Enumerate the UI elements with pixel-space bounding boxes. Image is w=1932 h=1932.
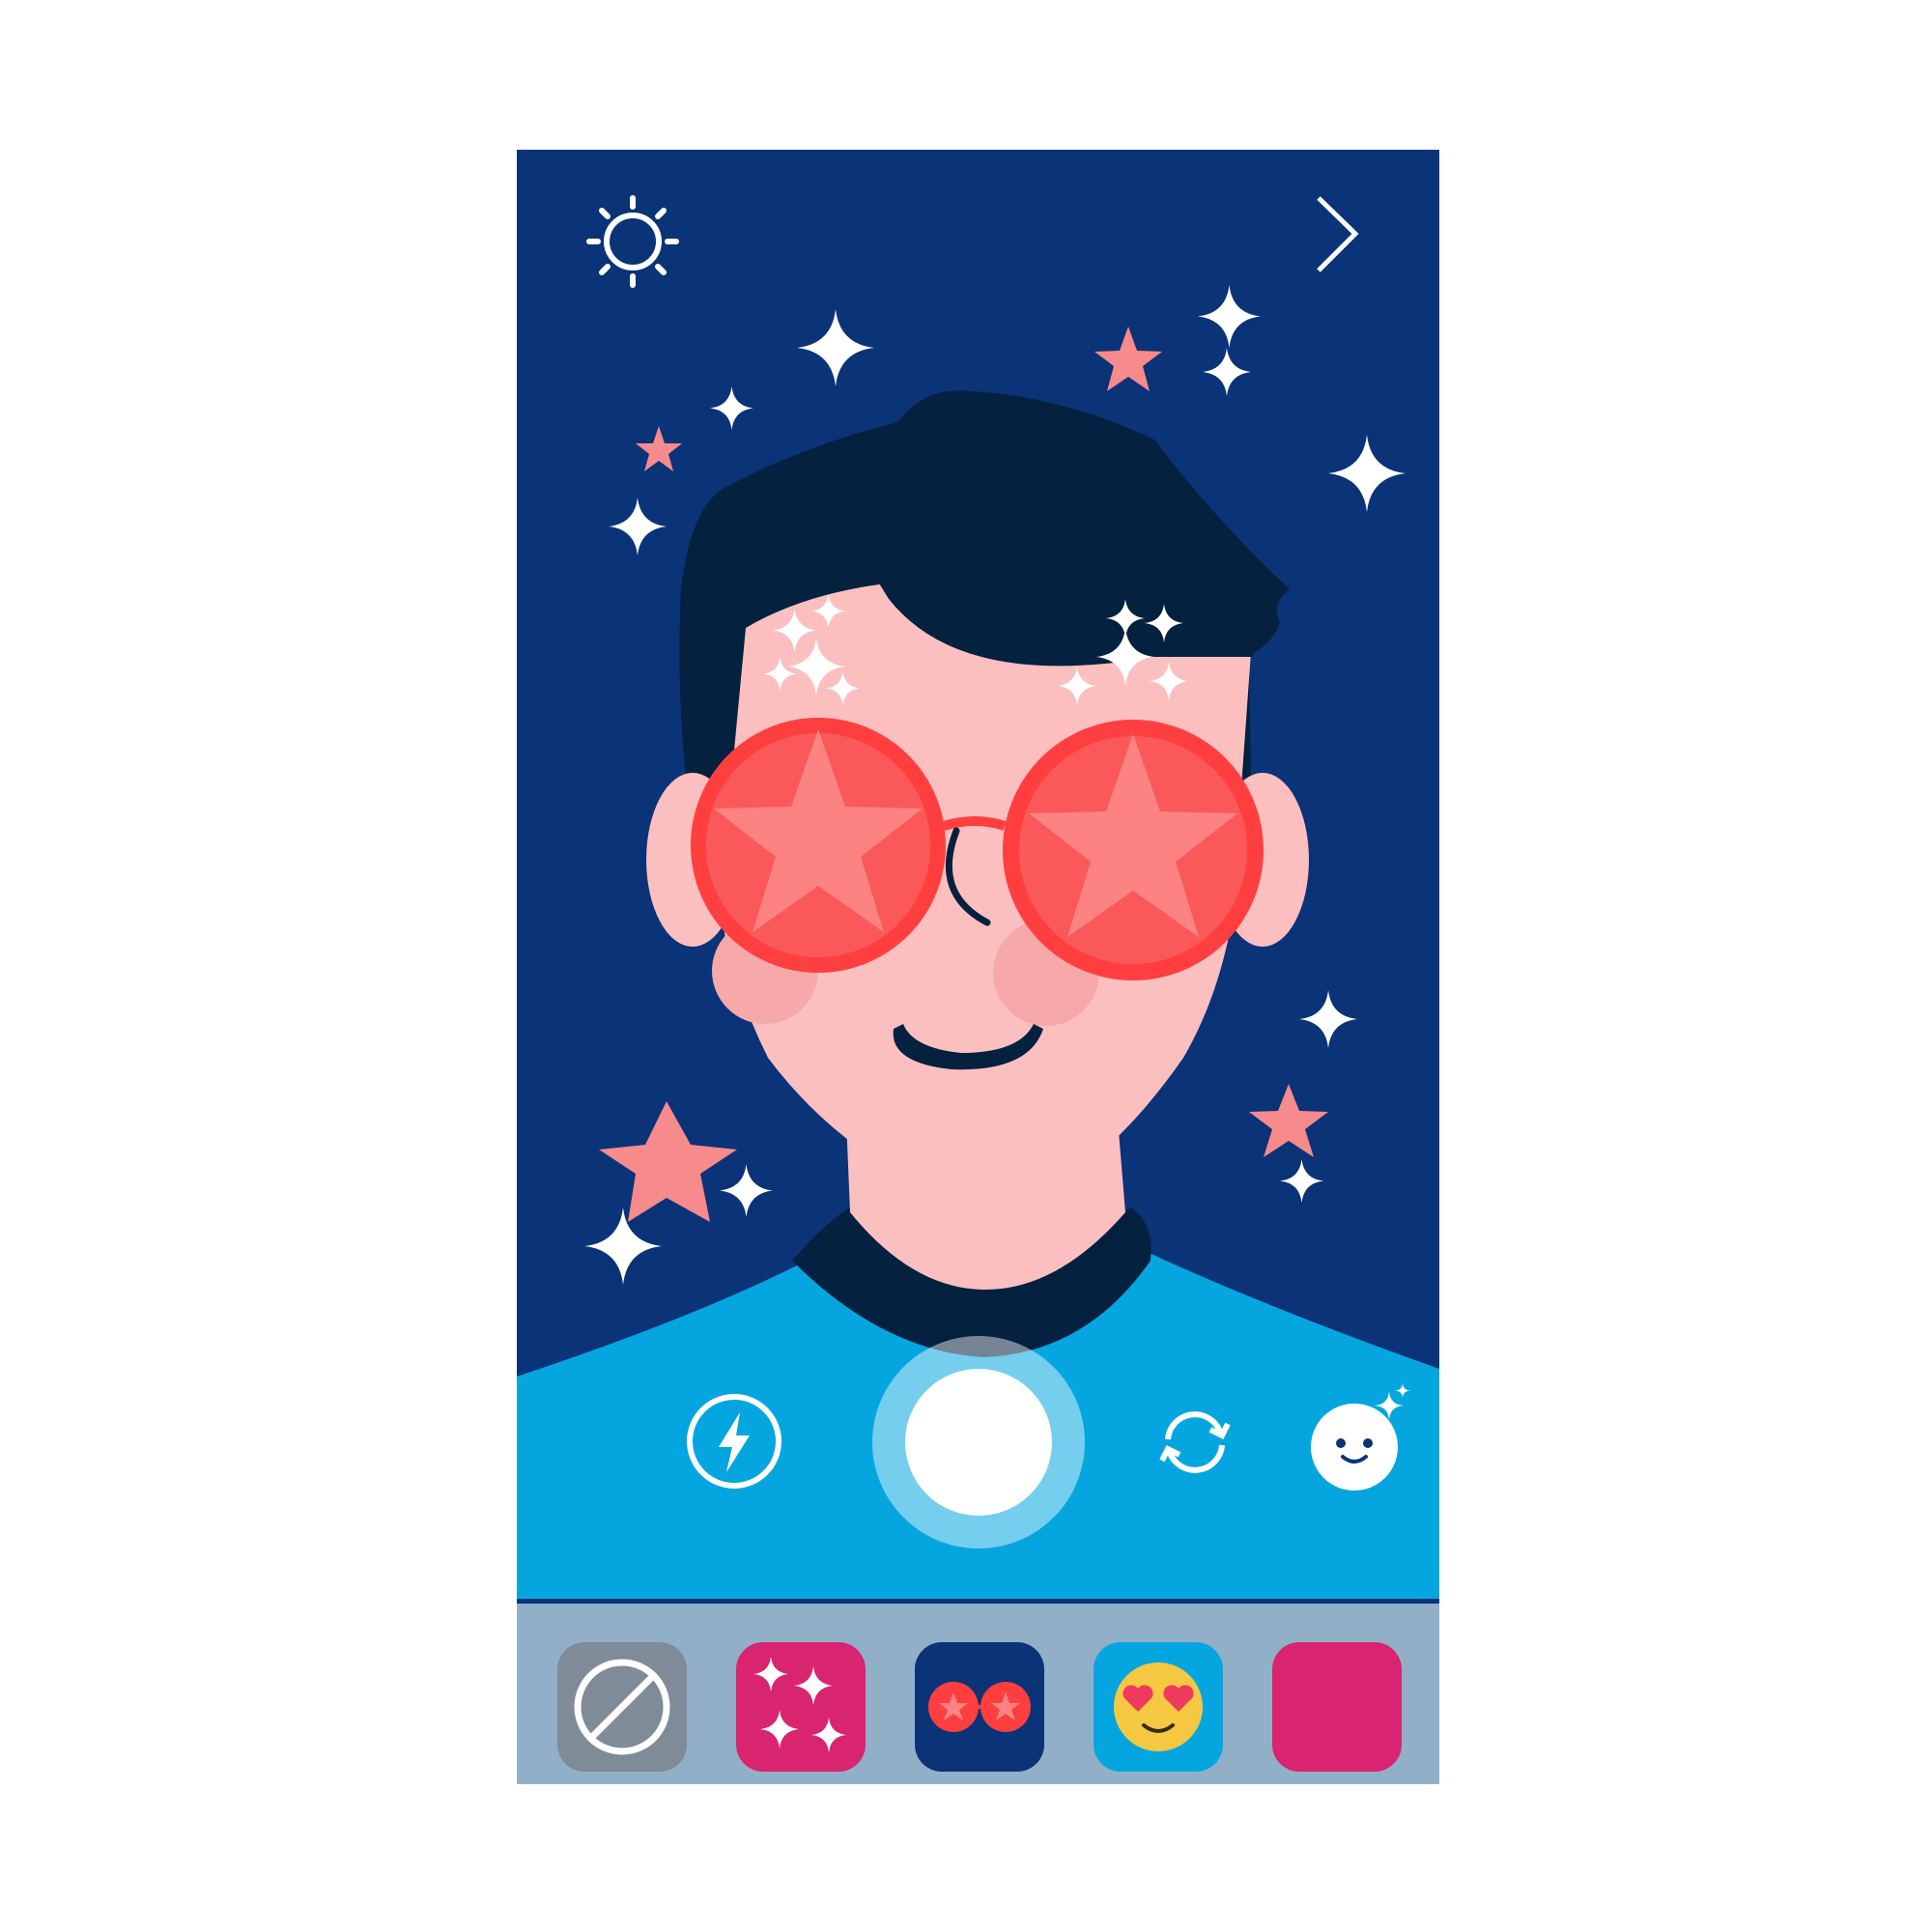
shutter-button[interactable] — [872, 1336, 1085, 1548]
filter-none[interactable] — [557, 1642, 687, 1772]
switch-camera-button[interactable] — [1154, 1401, 1236, 1482]
no-filter-icon — [574, 1659, 670, 1755]
brightness-icon — [586, 195, 679, 288]
face-effects-button[interactable] — [1304, 1381, 1420, 1497]
brightness-button[interactable] — [584, 193, 681, 290]
chevron-right-icon — [1317, 196, 1359, 272]
camera-screen — [517, 150, 1439, 1784]
sparkles-icon — [753, 1657, 846, 1752]
filter-star-glasses[interactable] — [915, 1642, 1044, 1772]
filter-sparkles[interactable] — [736, 1642, 866, 1772]
next-button[interactable] — [1309, 193, 1367, 280]
filter-pink[interactable] — [1272, 1642, 1402, 1772]
face-effects-icon — [1311, 1383, 1410, 1491]
heart-eyes-emoji-icon — [1114, 1662, 1203, 1751]
filter-bar — [517, 1604, 1439, 1784]
star-glasses-icon — [928, 1682, 1031, 1732]
shutter-icon — [872, 1336, 1085, 1548]
switch-camera-icon — [1159, 1411, 1231, 1473]
flash-button[interactable] — [684, 1391, 784, 1492]
flash-icon — [687, 1394, 781, 1489]
filter-heart-eyes[interactable] — [1094, 1642, 1223, 1772]
